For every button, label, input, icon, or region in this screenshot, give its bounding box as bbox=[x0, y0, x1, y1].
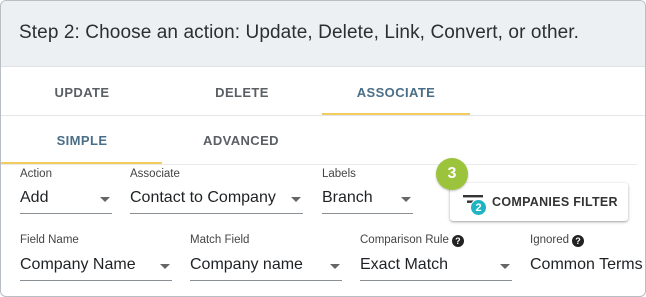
tab-update[interactable]: UPDATE bbox=[37, 85, 127, 105]
match-field-select[interactable]: Company name bbox=[190, 253, 342, 281]
comparison-rule-value: Exact Match bbox=[360, 256, 449, 273]
chevron-down-icon bbox=[401, 197, 411, 202]
tab-associate[interactable]: ASSOCIATE bbox=[341, 85, 451, 105]
chevron-down-icon bbox=[500, 264, 510, 269]
associate-select[interactable]: Contact to Company bbox=[130, 186, 303, 214]
companies-filter-button[interactable]: 2 COMPANIES FILTER bbox=[450, 183, 628, 221]
ignored-value: Common Terms bbox=[530, 256, 643, 273]
field-name-value: Company Name bbox=[20, 256, 136, 273]
chevron-down-icon bbox=[160, 264, 170, 269]
help-icon[interactable]: ? bbox=[572, 235, 585, 247]
action-step-panel: Step 2: Choose an action: Update, Delete… bbox=[0, 0, 646, 297]
comparison-rule-select[interactable]: Exact Match bbox=[360, 253, 512, 281]
subtabs-divider bbox=[1, 164, 637, 165]
associate-value: Contact to Company bbox=[130, 189, 276, 206]
labels-select[interactable]: Branch bbox=[322, 186, 413, 214]
step-header: Step 2: Choose an action: Update, Delete… bbox=[1, 1, 645, 67]
action-label: Action bbox=[20, 168, 52, 180]
match-field-value: Company name bbox=[190, 256, 303, 273]
action-value: Add bbox=[20, 189, 49, 206]
ignored-label-text: Ignored bbox=[530, 234, 570, 246]
ignored-label: Ignored? bbox=[530, 234, 585, 247]
field-name-label: Field Name bbox=[20, 234, 79, 246]
comparison-rule-label: Comparison Rule? bbox=[360, 234, 464, 247]
tab-simple[interactable]: SIMPLE bbox=[37, 133, 127, 153]
ignored-select[interactable]: Common Terms bbox=[530, 253, 645, 281]
tabs-divider bbox=[1, 115, 645, 116]
associate-label: Associate bbox=[130, 168, 180, 180]
chevron-down-icon bbox=[291, 197, 301, 202]
step-title: Step 2: Choose an action: Update, Delete… bbox=[19, 22, 580, 43]
action-select[interactable]: Add bbox=[20, 186, 112, 214]
tab-delete[interactable]: DELETE bbox=[197, 85, 287, 105]
filter-count-badge: 2 bbox=[470, 199, 487, 216]
help-icon[interactable]: ? bbox=[451, 235, 464, 247]
labels-label: Labels bbox=[322, 168, 356, 180]
filter-button-label: COMPANIES FILTER bbox=[492, 195, 618, 209]
labels-value: Branch bbox=[322, 189, 373, 206]
chevron-down-icon bbox=[330, 264, 340, 269]
field-name-select[interactable]: Company Name bbox=[20, 253, 172, 281]
tab-advanced[interactable]: ADVANCED bbox=[191, 133, 291, 153]
match-field-label: Match Field bbox=[190, 234, 250, 246]
comparison-rule-label-text: Comparison Rule bbox=[360, 234, 449, 246]
step-number-badge: 3 bbox=[436, 158, 468, 190]
chevron-down-icon bbox=[100, 197, 110, 202]
